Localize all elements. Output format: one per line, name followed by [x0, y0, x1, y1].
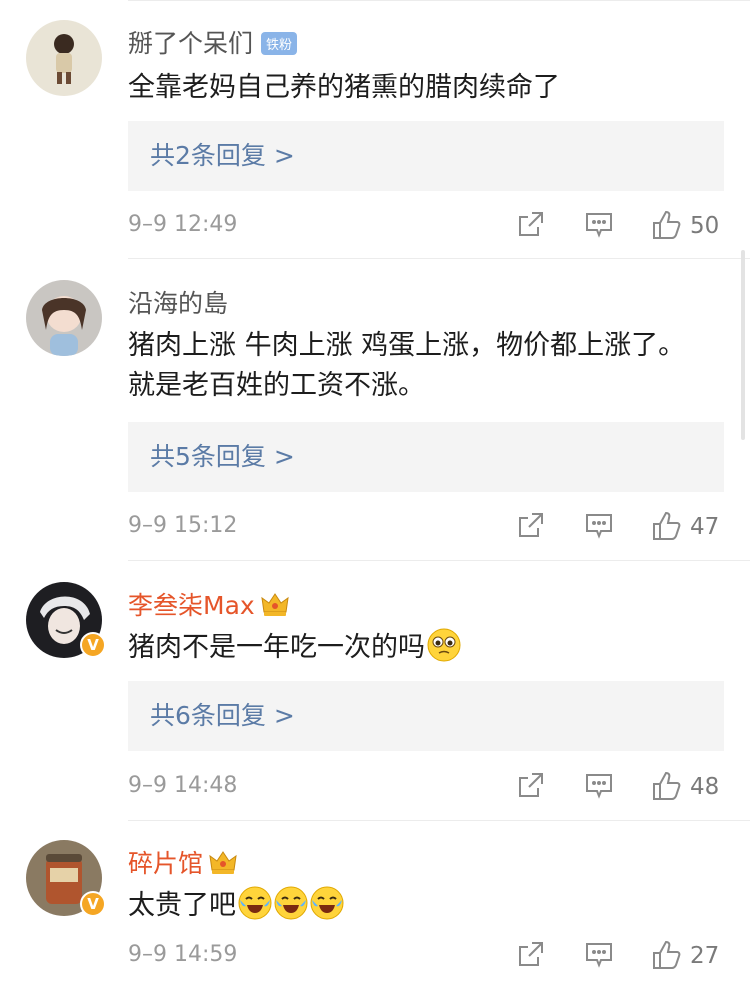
- timestamp: 9–9 14:59: [128, 942, 238, 967]
- comment-text: 太贵了吧: [128, 886, 708, 926]
- like-count: 48: [690, 774, 720, 800]
- share-icon[interactable]: [516, 209, 546, 239]
- thumbs-up-icon: [653, 511, 681, 540]
- thumbs-up-icon: [653, 210, 681, 239]
- share-icon[interactable]: [516, 770, 546, 800]
- share-icon[interactable]: [516, 939, 546, 969]
- fan-badge: 铁粉: [261, 32, 298, 55]
- username[interactable]: 李叁柒Max: [128, 586, 289, 624]
- comment-meta: 9–9 12:49 50: [128, 205, 724, 245]
- like-button[interactable]: 48: [650, 770, 730, 802]
- like-count: 47: [690, 514, 720, 540]
- like-button[interactable]: 47: [650, 510, 730, 542]
- comment-item: V 李叁柒Max 猪肉不是一年吃一次的吗 共6条回复 > 9–9 14:48 4…: [0, 560, 750, 818]
- verified-v-icon: V: [80, 632, 106, 658]
- username[interactable]: 掰了个呆们 铁粉: [128, 24, 298, 60]
- like-count: 50: [690, 213, 720, 239]
- comment-meta: 9–9 14:48 48: [128, 766, 724, 806]
- replies-link[interactable]: 共2条回复 >: [128, 121, 724, 191]
- verified-v-icon: V: [80, 891, 106, 917]
- crown-icon: [261, 592, 289, 624]
- comment-text: 全靠老妈自己养的猪熏的腊肉续命了: [128, 72, 560, 103]
- timestamp: 9–9 12:49: [128, 212, 238, 237]
- username[interactable]: 沿海的島: [128, 284, 228, 320]
- comment-text: 猪肉不是一年吃一次的吗: [128, 628, 708, 668]
- replies-link[interactable]: 共5条回复 >: [128, 422, 724, 492]
- comment-icon[interactable]: [584, 209, 614, 239]
- crying-laughing-emoji-icon: [238, 886, 272, 920]
- comment-icon[interactable]: [584, 939, 614, 969]
- avatar[interactable]: [26, 20, 102, 96]
- timestamp: 9–9 15:12: [128, 513, 238, 538]
- avatar[interactable]: [26, 280, 102, 356]
- like-button[interactable]: 27: [650, 939, 730, 971]
- like-count: 27: [690, 943, 720, 969]
- thumbs-up-icon: [653, 940, 681, 969]
- comment-meta: 9–9 15:12 47: [128, 506, 724, 546]
- comment-icon[interactable]: [584, 770, 614, 800]
- comment-item: 掰了个呆们 铁粉 全靠老妈自己养的猪熏的腊肉续命了 共2条回复 > 9–9 12:…: [0, 0, 750, 258]
- comment-meta: 9–9 14:59 27: [128, 935, 724, 975]
- pleading-emoji-icon: [427, 628, 461, 662]
- thumbs-up-icon: [653, 771, 681, 800]
- scrollbar[interactable]: [741, 250, 745, 440]
- replies-link[interactable]: 共6条回复 >: [128, 681, 724, 751]
- comment-item: 沿海的島 猪肉上涨 牛肉上涨 鸡蛋上涨，物价都上涨了。就是老百姓的工资不涨。 共…: [0, 258, 750, 558]
- crown-icon: [209, 850, 237, 882]
- crying-laughing-emoji-icon: [310, 886, 344, 920]
- crying-laughing-emoji-icon: [274, 886, 308, 920]
- like-button[interactable]: 50: [650, 209, 730, 241]
- share-icon[interactable]: [516, 510, 546, 540]
- comment-text: 猪肉上涨 牛肉上涨 鸡蛋上涨，物价都上涨了。就是老百姓的工资不涨。: [128, 330, 686, 401]
- comment-item: V 碎片馆 太贵了吧 9–9 14:59 27: [0, 820, 750, 983]
- comment-icon[interactable]: [584, 510, 614, 540]
- timestamp: 9–9 14:48: [128, 773, 238, 798]
- username[interactable]: 碎片馆: [128, 844, 237, 882]
